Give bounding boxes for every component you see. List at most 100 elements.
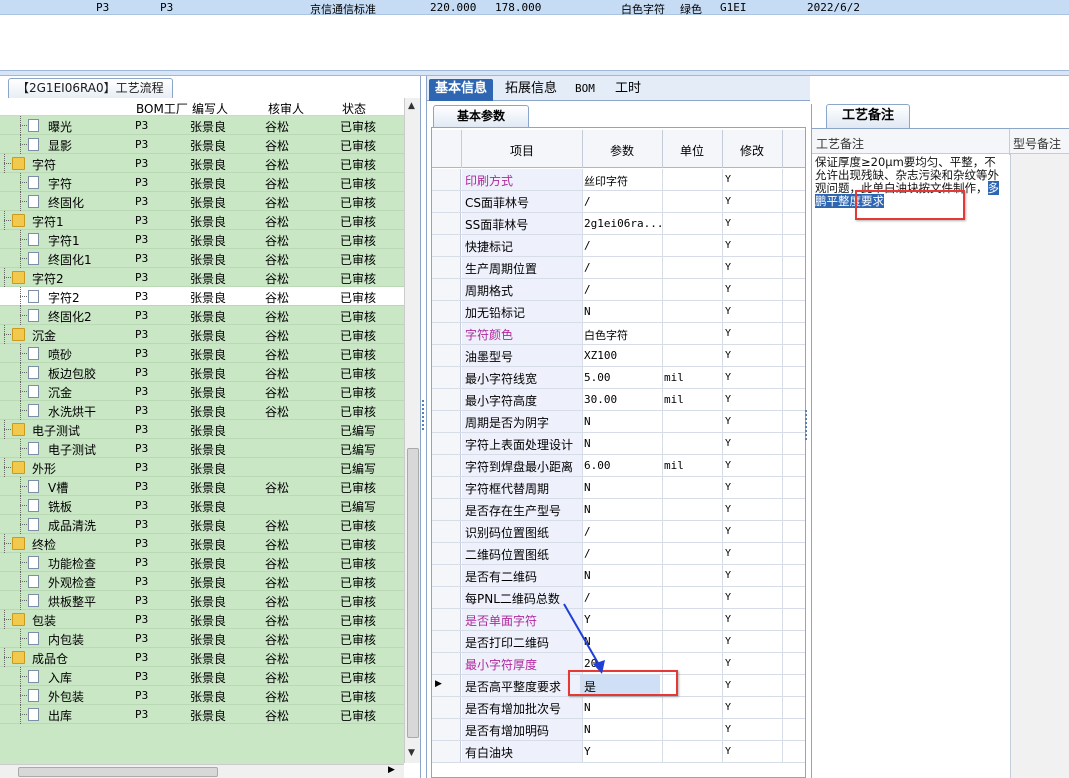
- header-process-remark[interactable]: 工艺备注: [816, 135, 864, 152]
- row-header[interactable]: [432, 169, 461, 190]
- hscroll-thumb[interactable]: [18, 767, 218, 777]
- param-row[interactable]: 印刷方式 丝印字符 Y: [432, 169, 805, 191]
- param-row[interactable]: 字符框代替周期 N Y: [432, 477, 805, 499]
- param-value[interactable]: Y: [584, 745, 591, 758]
- tree-row[interactable]: 字符2 P3 张景良 谷松 已审核: [0, 287, 404, 306]
- row-header[interactable]: [432, 411, 461, 432]
- param-value[interactable]: /: [584, 547, 591, 560]
- header-item[interactable]: 项目: [510, 142, 534, 159]
- tree-row[interactable]: 外包装 P3 张景良 谷松 已审核: [0, 686, 404, 705]
- tree-row[interactable]: 沉金 P3 张景良 谷松 已审核: [0, 382, 404, 401]
- tab-bom[interactable]: BOM: [569, 79, 601, 101]
- row-header[interactable]: [432, 323, 461, 344]
- param-value[interactable]: 白色字符: [584, 327, 628, 343]
- param-row[interactable]: 是否存在生产型号 N Y: [432, 499, 805, 521]
- tab-extended-info[interactable]: 拓展信息: [499, 79, 563, 101]
- header-status[interactable]: 状态: [342, 100, 366, 117]
- tab-work-hours[interactable]: 工时: [609, 79, 647, 101]
- row-header[interactable]: ▶: [432, 675, 461, 696]
- tree-horizontal-scrollbar[interactable]: ▶: [0, 764, 404, 778]
- row-header[interactable]: [432, 345, 461, 366]
- param-value[interactable]: N: [584, 481, 591, 494]
- header-unit[interactable]: 单位: [680, 142, 704, 159]
- basic-params-tab[interactable]: 基本参数: [433, 105, 529, 127]
- header-modify[interactable]: 修改: [740, 142, 764, 159]
- row-header[interactable]: [432, 235, 461, 256]
- row-header[interactable]: [432, 257, 461, 278]
- scroll-thumb[interactable]: [407, 448, 419, 738]
- param-value[interactable]: N: [584, 569, 591, 582]
- param-value[interactable]: N: [584, 701, 591, 714]
- row-header[interactable]: [432, 719, 461, 740]
- param-row[interactable]: 二维码位置图纸 / Y: [432, 543, 805, 565]
- top-record-row[interactable]: P3 P3 京信通信标准 220.000 178.000 白色字符 绿色 G1E…: [0, 0, 1069, 16]
- model-remark-cell[interactable]: [1010, 154, 1069, 778]
- param-row[interactable]: 是否有增加明码 N Y: [432, 719, 805, 741]
- param-row[interactable]: 是否有增加批次号 N Y: [432, 697, 805, 719]
- header-model-remark[interactable]: 型号备注: [1013, 135, 1061, 152]
- param-value[interactable]: 6.00: [584, 459, 611, 472]
- param-row[interactable]: SS面菲林号 2g1ei06ra... Y: [432, 213, 805, 235]
- row-header[interactable]: [432, 499, 461, 520]
- row-header[interactable]: [432, 653, 461, 674]
- row-header[interactable]: [432, 433, 461, 454]
- param-value[interactable]: N: [584, 305, 591, 318]
- row-header[interactable]: [432, 631, 461, 652]
- tree-row[interactable]: 终固化 P3 张景良 谷松 已审核: [0, 192, 404, 211]
- tree-row[interactable]: 喷砂 P3 张景良 谷松 已审核: [0, 344, 404, 363]
- tree-row[interactable]: V槽 P3 张景良 谷松 已审核: [0, 477, 404, 496]
- scroll-up-icon[interactable]: ▲: [408, 101, 415, 111]
- param-row[interactable]: 是否有二维码 N Y: [432, 565, 805, 587]
- tab-basic-info[interactable]: 基本信息: [429, 79, 494, 101]
- tree-row[interactable]: 水洗烘干 P3 张景良 谷松 已审核: [0, 401, 404, 420]
- param-row[interactable]: 最小字符线宽 5.00 mil Y: [432, 367, 805, 389]
- tree-row[interactable]: 沉金 P3 张景良 谷松 已审核: [0, 325, 404, 344]
- row-header[interactable]: [432, 191, 461, 212]
- row-header[interactable]: [432, 455, 461, 476]
- param-row[interactable]: 是否打印二维码 N Y: [432, 631, 805, 653]
- tree-row[interactable]: 烘板整平 P3 张景良 谷松 已审核: [0, 591, 404, 610]
- row-header[interactable]: [432, 697, 461, 718]
- param-value[interactable]: 2g1ei06ra...: [584, 217, 663, 230]
- param-row[interactable]: 周期是否为阴字 N Y: [432, 411, 805, 433]
- tree-row[interactable]: 外观检查 P3 张景良 谷松 已审核: [0, 572, 404, 591]
- tree-row[interactable]: 入库 P3 张景良 谷松 已审核: [0, 667, 404, 686]
- scroll-down-icon[interactable]: ▼: [408, 748, 415, 758]
- param-value[interactable]: N: [584, 503, 591, 516]
- row-header[interactable]: [432, 477, 461, 498]
- param-row[interactable]: 加无铅标记 N Y: [432, 301, 805, 323]
- param-row[interactable]: 快捷标记 / Y: [432, 235, 805, 257]
- tree-row[interactable]: 电子测试 P3 张景良 已编写: [0, 439, 404, 458]
- param-value[interactable]: 30.00: [584, 393, 617, 406]
- tree-row[interactable]: 终检 P3 张景良 谷松 已审核: [0, 534, 404, 553]
- scroll-right-icon[interactable]: ▶: [388, 765, 395, 775]
- tree-row[interactable]: 功能检查 P3 张景良 谷松 已审核: [0, 553, 404, 572]
- param-row[interactable]: 有白油块 Y Y: [432, 741, 805, 763]
- param-row[interactable]: 字符到焊盘最小距离 6.00 mil Y: [432, 455, 805, 477]
- tree-row[interactable]: 外形 P3 张景良 已编写: [0, 458, 404, 477]
- param-row[interactable]: 字符上表面处理设计 N Y: [432, 433, 805, 455]
- row-header[interactable]: [432, 213, 461, 234]
- row-header[interactable]: [432, 279, 461, 300]
- row-header[interactable]: [432, 367, 461, 388]
- tree-row[interactable]: 字符 P3 张景良 谷松 已审核: [0, 154, 404, 173]
- param-value[interactable]: XZ100: [584, 349, 617, 362]
- row-header[interactable]: [432, 565, 461, 586]
- param-row[interactable]: 是否单面字符 Y Y: [432, 609, 805, 631]
- param-value[interactable]: 丝印字符: [584, 173, 628, 189]
- row-header[interactable]: [432, 587, 461, 608]
- row-header[interactable]: [432, 609, 461, 630]
- tree-row[interactable]: 成品仓 P3 张景良 谷松 已审核: [0, 648, 404, 667]
- row-header[interactable]: [432, 521, 461, 542]
- tree-row[interactable]: 曝光 P3 张景良 谷松 已审核: [0, 116, 404, 135]
- tree-row[interactable]: 成品清洗 P3 张景良 谷松 已审核: [0, 515, 404, 534]
- tree-row[interactable]: 内包装 P3 张景良 谷松 已审核: [0, 629, 404, 648]
- param-value[interactable]: /: [584, 261, 591, 274]
- param-row[interactable]: 每PNL二维码总数 / Y: [432, 587, 805, 609]
- tree-row[interactable]: 出库 P3 张景良 谷松 已审核: [0, 705, 404, 724]
- param-value[interactable]: N: [584, 415, 591, 428]
- header-writer[interactable]: 编写人: [192, 100, 228, 117]
- param-row[interactable]: 油墨型号 XZ100 Y: [432, 345, 805, 367]
- param-row[interactable]: 最小字符高度 30.00 mil Y: [432, 389, 805, 411]
- tree-row[interactable]: 包装 P3 张景良 谷松 已审核: [0, 610, 404, 629]
